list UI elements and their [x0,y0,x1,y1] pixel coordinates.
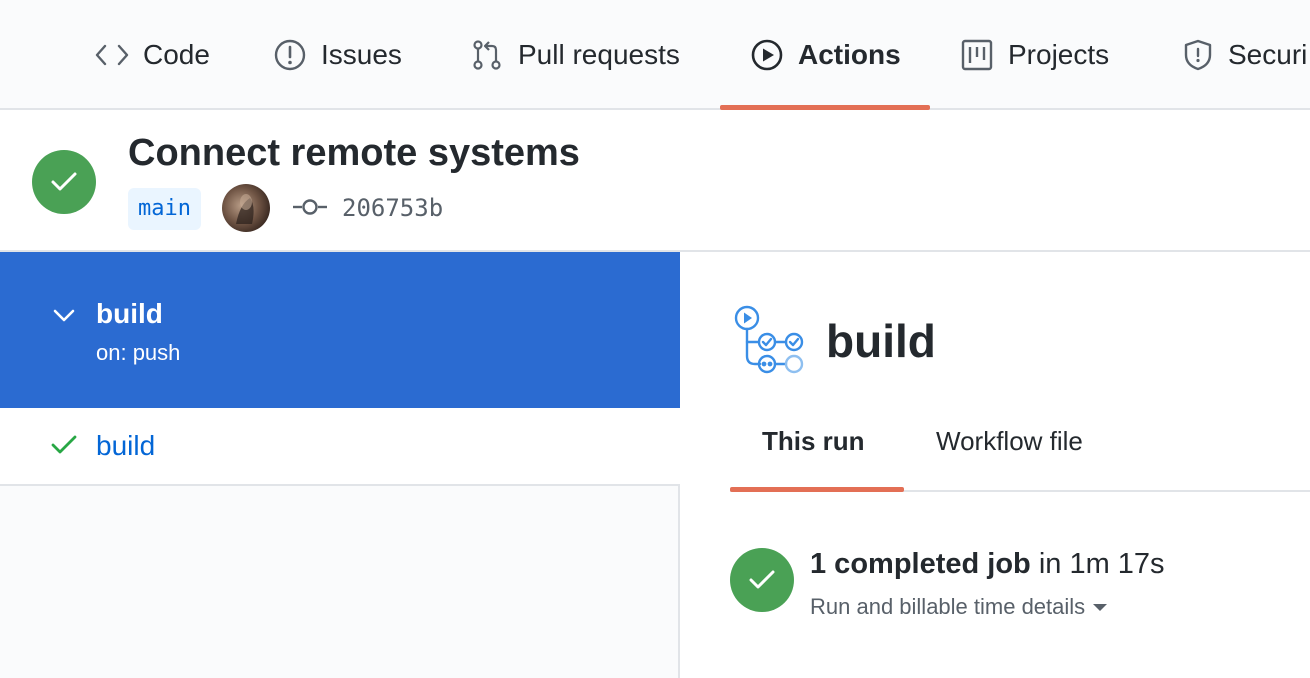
tab-issues[interactable]: Issues [273,0,402,110]
billable-time-details-label: Run and billable time details [810,594,1086,619]
selected-tab-indicator [730,487,904,492]
run-header: Connect remote systems main 206753b [0,110,1310,252]
sidebar-job-item[interactable]: build [0,408,680,486]
workflow-title: build [826,315,936,367]
summary-success-icon [730,548,794,612]
billable-time-details-toggle[interactable]: Run and billable time details [810,594,1108,620]
commit-icon [292,195,328,224]
sidebar-workflow-item[interactable]: build on: push [0,252,680,408]
tab-pull-requests-label: Pull requests [518,39,680,70]
main-content: build This run Workflow file 1 completed… [682,252,1310,678]
caret-down-icon [1093,603,1108,611]
repo-nav: Code Issues Pull requests Actions Projec… [0,0,1310,110]
tab-actions-label: Actions [798,39,901,70]
completed-jobs-count: 1 completed job [810,548,1031,580]
chevron-down-icon[interactable] [52,308,76,329]
avatar[interactable] [222,184,270,232]
tab-projects[interactable]: Projects [960,0,1109,110]
job-name-link[interactable]: build [96,430,155,462]
tab-code[interactable]: Code [95,0,210,110]
tab-security[interactable]: Securi [1182,0,1307,110]
tab-this-run[interactable]: This run [762,426,865,457]
tab-security-label: Securi [1228,39,1308,70]
play-icon [750,38,784,72]
workflow-trigger: on: push [96,340,181,365]
branch-tag[interactable]: main [128,188,201,230]
issue-icon [273,38,307,72]
project-icon [960,38,994,72]
check-icon [50,434,78,461]
jobs-summary: 1 completed job in 1m 17s [810,548,1165,581]
shield-icon [1182,38,1214,72]
tab-code-label: Code [143,39,210,70]
run-status-success-icon [32,150,96,214]
commit-sha-link[interactable]: 206753b [342,194,443,222]
sidebar: build on: push build [0,252,680,678]
code-icon [95,43,129,67]
workflow-graph-icon [734,304,808,381]
tab-projects-label: Projects [1008,39,1110,70]
tab-workflow-file[interactable]: Workflow file [936,426,1083,457]
run-title: Connect remote systems [128,132,580,174]
tab-pull-requests[interactable]: Pull requests [470,0,680,110]
tab-issues-label: Issues [321,39,402,70]
run-tabs: This run Workflow file [730,402,1310,492]
run-duration: in 1m 17s [1030,548,1165,580]
tab-actions[interactable]: Actions [750,0,901,110]
pull-request-icon [470,38,504,72]
workflow-name: build [96,298,163,329]
